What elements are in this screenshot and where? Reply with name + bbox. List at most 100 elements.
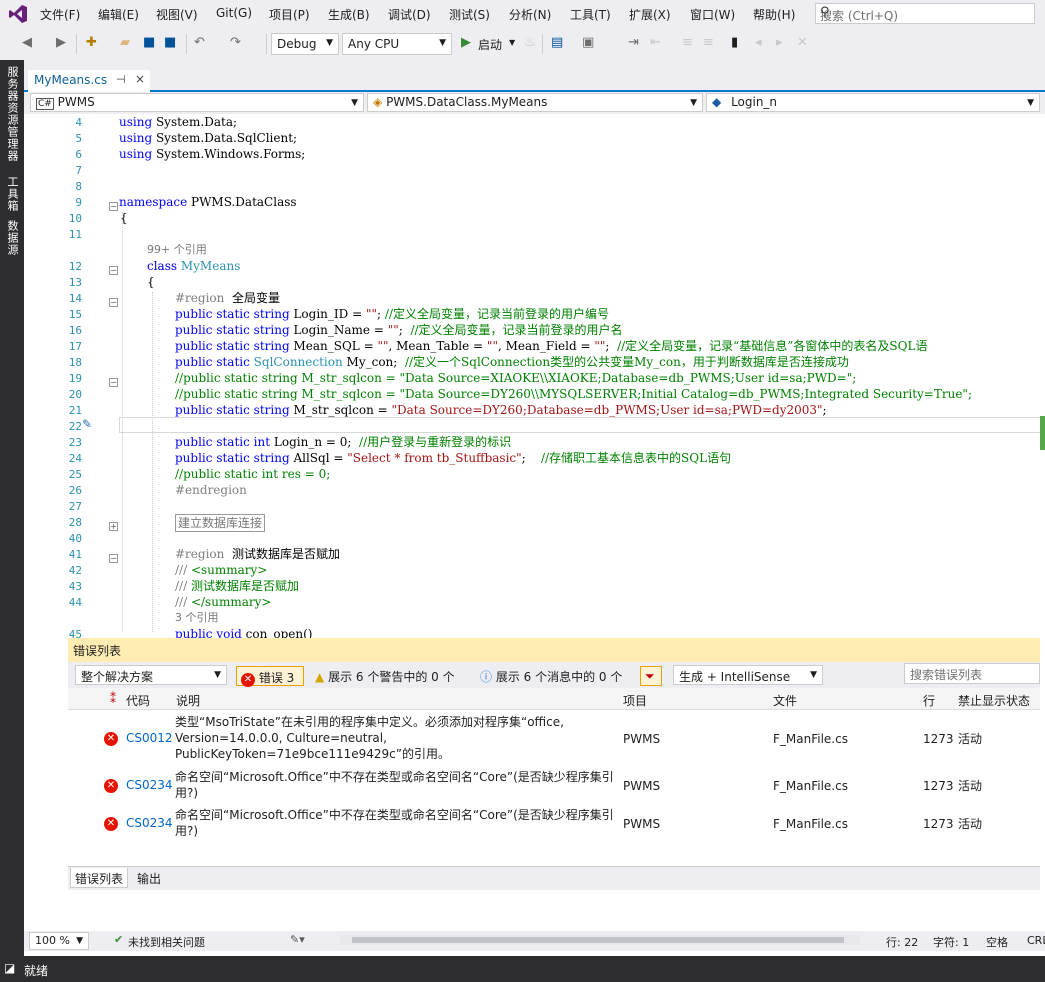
search-input[interactable]: 搜索 (Ctrl+Q) ⚲ — [815, 3, 1035, 24]
fold-toggle-icon[interactable]: − — [109, 554, 118, 563]
column-code[interactable]: 代码 — [126, 692, 150, 709]
tab-error-list[interactable]: 错误列表 — [70, 868, 129, 888]
save-all-icon[interactable]: ■ — [164, 35, 176, 50]
platform-dropdown[interactable]: Any CPU ▼ — [342, 33, 452, 55]
error-file: F_ManFile.cs — [773, 732, 848, 746]
toolbar-separator — [266, 34, 267, 54]
quick-actions-brush-icon[interactable]: ✎ — [82, 417, 92, 431]
warnings-filter-button[interactable]: ▲ 展示 6 个警告中的 0 个 — [311, 666, 471, 686]
project-dropdown[interactable]: C# PWMS ▼ — [30, 93, 364, 112]
menu-view[interactable]: 视图(V) — [156, 6, 198, 23]
brush-icon[interactable]: ✎▾ — [290, 933, 305, 946]
build-filter-value: 生成 + IntelliSense — [679, 670, 791, 684]
error-line: 1273 — [923, 779, 954, 793]
menu-window[interactable]: 窗口(W) — [690, 6, 735, 23]
menu-debug[interactable]: 调试(D) — [388, 6, 431, 23]
cursor-line[interactable]: 行: 22 — [886, 934, 918, 950]
error-search-input[interactable]: 搜索错误列表 — [904, 663, 1040, 684]
issues-status[interactable]: 未找到相关问题 — [128, 934, 205, 950]
line-number: 28 — [68, 516, 82, 529]
menu-build[interactable]: 生成(B) — [328, 6, 370, 23]
line-ending-mode[interactable]: CRL — [1027, 934, 1045, 947]
line-number: 16 — [68, 324, 82, 337]
csharp-project-icon: C# — [36, 98, 54, 110]
uncomment-icon[interactable]: ≡ — [703, 35, 714, 50]
table-row[interactable]: ✕ CS0012 类型“MsoTriState”在未引用的程序集中定义。必须添加… — [68, 710, 1040, 766]
save-icon[interactable]: ■ — [143, 35, 155, 50]
horizontal-scrollbar[interactable] — [340, 935, 860, 945]
build-filter-dropdown[interactable]: 生成 + IntelliSense ▼ — [673, 665, 823, 685]
document-tab-strip — [24, 60, 1045, 92]
scope-dropdown[interactable]: 整个解决方案 ▼ — [75, 665, 227, 685]
data-sources-tab[interactable]: 数据源 — [4, 220, 20, 256]
fold-toggle-icon[interactable]: + — [109, 522, 118, 531]
menu-git[interactable]: Git(G) — [216, 6, 252, 20]
member-dropdown[interactable]: ◆ Login_n ▼ — [706, 93, 1040, 112]
line-number: 41 — [68, 548, 82, 561]
menu-extensions[interactable]: 扩展(X) — [629, 6, 671, 23]
outdent-icon[interactable]: ⇤ — [650, 35, 661, 50]
back-icon[interactable]: ◀ — [22, 35, 32, 50]
menu-edit[interactable]: 编辑(E) — [98, 6, 139, 23]
fold-toggle-icon[interactable]: − — [109, 266, 118, 275]
close-tab-icon[interactable]: × — [135, 72, 145, 86]
filter-toggle-button[interactable]: ⏷ — [640, 666, 662, 686]
clear-bookmarks-icon[interactable]: ✕ — [797, 35, 808, 50]
column-line[interactable]: 行 — [923, 692, 935, 709]
pin-icon[interactable]: ⊣ — [116, 73, 126, 86]
fold-toggle-icon[interactable]: − — [109, 378, 118, 387]
fold-toggle-icon[interactable]: − — [109, 298, 118, 307]
column-file[interactable]: 文件 — [773, 692, 797, 709]
column-description[interactable]: 说明 — [176, 692, 200, 709]
configuration-dropdown[interactable]: Debug ▼ — [271, 33, 339, 55]
cursor-column[interactable]: 字符: 1 — [933, 934, 969, 950]
column-project[interactable]: 项目 — [623, 692, 647, 709]
undo-icon[interactable]: ↶ — [194, 35, 205, 50]
new-project-icon[interactable]: ✚ — [86, 35, 97, 50]
hot-reload-icon[interactable]: ♨ — [524, 35, 536, 50]
menu-analyze[interactable]: 分析(N) — [509, 6, 551, 23]
fold-toggle-icon[interactable]: − — [109, 202, 118, 211]
start-play-icon[interactable]: ▶ — [461, 35, 471, 50]
messages-filter-button[interactable]: ⓘ 展示 6 个消息中的 0 个 — [476, 666, 636, 686]
server-explorer-tab[interactable]: 服务器资源管理器 — [4, 66, 20, 162]
table-row[interactable]: ✕ CS0234 命名空间“Microsoft.Office”中不存在类型或命名… — [68, 766, 1040, 804]
find-in-files-icon[interactable]: ▤ — [551, 35, 563, 50]
chevron-down-icon[interactable]: ▼ — [509, 38, 515, 47]
line-number: 20 — [68, 388, 82, 401]
line-number: 17 — [68, 340, 82, 353]
open-folder-icon[interactable]: ▰ — [120, 35, 130, 50]
severity-column-icon[interactable]: ⁑ — [110, 692, 116, 706]
error-code-link[interactable]: CS0234 — [126, 816, 173, 830]
redo-icon[interactable]: ↷ — [230, 35, 241, 50]
whitespace-mode[interactable]: 空格 — [986, 934, 1008, 950]
class-dropdown[interactable]: ◈ PWMS.DataClass.MyMeans ▼ — [367, 93, 703, 112]
next-bookmark-icon[interactable]: ▸ — [776, 35, 783, 50]
bookmark-icon[interactable]: ▮ — [731, 35, 738, 50]
visual-studio-logo-icon[interactable] — [8, 4, 28, 24]
screenshot-icon[interactable]: ▣ — [582, 35, 594, 50]
table-row[interactable]: ✕ CS0234 命名空间“Microsoft.Office”中不存在类型或命名… — [68, 804, 1040, 842]
code-line: { — [120, 211, 128, 225]
forward-icon[interactable]: ▶ — [56, 35, 66, 50]
tab-output[interactable]: 输出 — [133, 870, 165, 887]
zoom-dropdown[interactable]: 100 % ▼ — [29, 932, 89, 950]
menu-test[interactable]: 测试(S) — [449, 6, 490, 23]
column-suppression-state[interactable]: 禁止显示状态 — [958, 692, 1030, 709]
comment-icon[interactable]: ≡ — [682, 35, 693, 50]
menu-tools[interactable]: 工具(T) — [570, 6, 611, 23]
code-line: public static string Login_ID = ""; //定义… — [175, 307, 609, 321]
start-button[interactable]: 启动 — [478, 36, 502, 53]
errors-filter-button[interactable]: ✕ 错误 3 — [236, 666, 304, 687]
error-code-link[interactable]: CS0012 — [126, 731, 173, 745]
prev-bookmark-icon[interactable]: ◂ — [755, 35, 762, 50]
indent-icon[interactable]: ⇥ — [628, 35, 639, 50]
line-number: 44 — [68, 596, 82, 609]
menu-help[interactable]: 帮助(H) — [753, 6, 795, 23]
menu-project[interactable]: 项目(P) — [269, 6, 310, 23]
menu-file[interactable]: 文件(F) — [40, 6, 80, 23]
scrollbar-thumb[interactable] — [352, 937, 844, 943]
toolbox-tab[interactable]: 工具箱 — [4, 176, 20, 212]
error-code-link[interactable]: CS0234 — [126, 778, 173, 792]
document-tab[interactable]: MyMeans.cs ⊣ × — [28, 70, 150, 92]
